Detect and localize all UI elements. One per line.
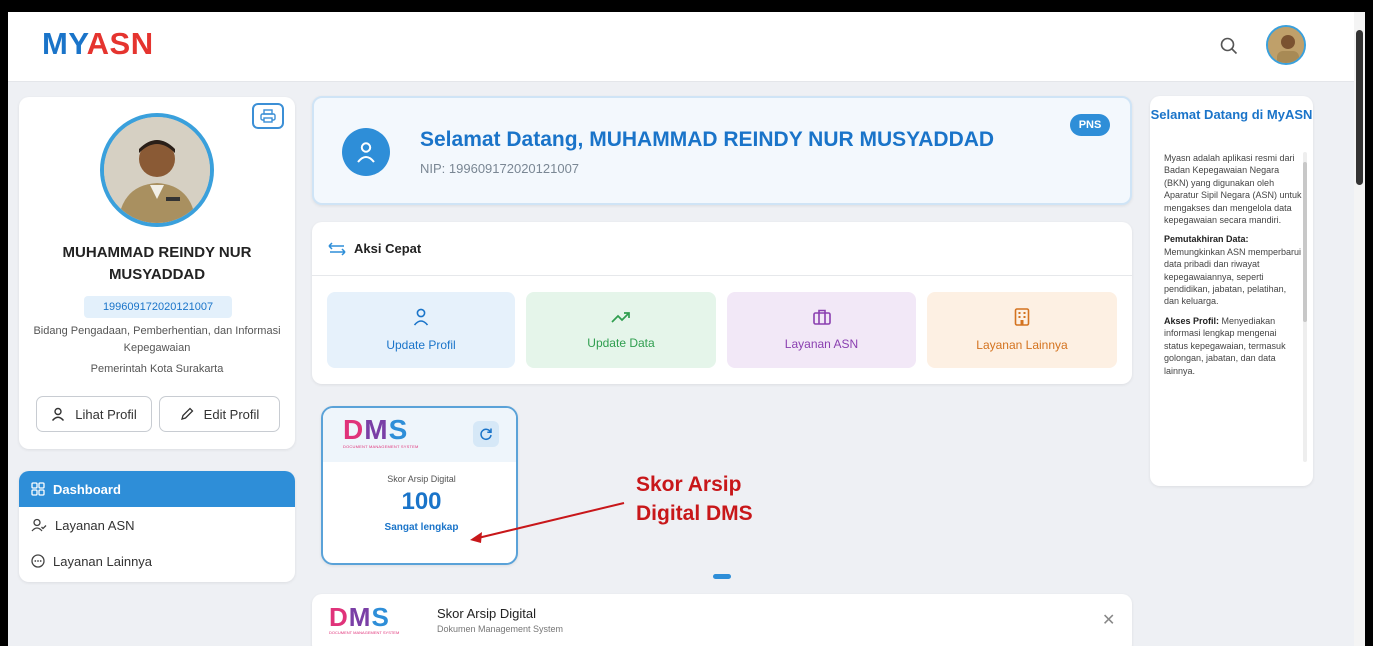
carousel-indicator[interactable] (713, 574, 731, 579)
page-scrollbar[interactable] (1354, 12, 1365, 646)
quick-actions-header: Aksi Cepat (312, 222, 1132, 276)
info-section-text: Memungkinkan ASN memperbarui data pribad… (1164, 246, 1302, 307)
update-profil-tile[interactable]: Update Profil (327, 292, 515, 368)
info-panel-body: Myasn adalah aplikasi resmi dari Badan K… (1164, 152, 1302, 470)
print-button[interactable] (252, 103, 284, 129)
dms-logo: DMS DOCUMENT MANAGEMENT SYSTEM (343, 414, 419, 450)
view-profile-button[interactable]: Lihat Profil (36, 396, 152, 432)
refresh-button[interactable] (473, 421, 499, 447)
dms-score-value: 100 (401, 488, 442, 515)
sidebar-item-layanan-lainnya[interactable]: Layanan Lainnya (19, 543, 295, 579)
info-section-heading: Akses Profil: (1164, 315, 1220, 326)
user-icon (413, 308, 429, 326)
layanan-asn-tile[interactable]: Layanan ASN (727, 292, 916, 368)
info-section: Akses Profil: Menyediakan informasi leng… (1164, 315, 1302, 377)
profile-photo (100, 113, 214, 227)
dms-card-title: Skor Arsip Digital (437, 606, 536, 621)
info-panel: Selamat Datang di MyASN Myasn adalah apl… (1150, 96, 1313, 486)
profile-card: MUHAMMAD REINDY NUR MUSYADDAD 1996091720… (19, 97, 295, 449)
dms-card-subtitle: Dokumen Management System (437, 624, 564, 634)
user-icon (52, 407, 65, 421)
pencil-icon (180, 407, 194, 420)
info-panel-scrollbar[interactable] (1303, 152, 1307, 462)
tile-label: Update Profil (386, 338, 456, 352)
welcome-title: Selamat Datang, MUHAMMAD REINDY NUR MUSY… (420, 128, 995, 151)
app-frame: MYASN MUHAMMAD REINDY NUR MUSYADDAD 1996… (8, 12, 1365, 646)
tile-label: Layanan ASN (784, 337, 859, 351)
sidebar-item-label: Layanan Lainnya (53, 553, 153, 569)
sidebar-item-dashboard[interactable]: Dashboard (19, 471, 295, 507)
user-avatar[interactable] (1266, 25, 1306, 65)
annotation-label: Skor Arsip Digital DMS (636, 470, 753, 528)
user-check-icon (31, 518, 47, 532)
briefcase-icon (812, 309, 831, 325)
user-circle-icon (342, 128, 390, 176)
grid-icon (31, 482, 45, 496)
quick-actions-card: Aksi Cepat Update Profil Update Data Lay… (312, 222, 1132, 384)
info-intro: Myasn adalah aplikasi resmi dari Badan K… (1164, 153, 1302, 226)
trending-up-icon (611, 312, 630, 323)
edit-profile-button[interactable]: Edit Profil (159, 396, 280, 432)
info-panel-title: Selamat Datang di MyASN (1150, 107, 1313, 122)
view-profile-label: Lihat Profil (75, 406, 137, 422)
tile-label: Update Data (587, 336, 655, 350)
sidebar-item-label: Dashboard (53, 481, 121, 497)
scrollbar-thumb[interactable] (1356, 30, 1363, 185)
more-circle-icon (31, 554, 45, 568)
search-icon[interactable] (1215, 32, 1243, 60)
status-badge: PNS (1070, 114, 1110, 136)
dms-widget-header: DMS DOCUMENT MANAGEMENT SYSTEM (323, 408, 516, 462)
profile-unit: Bidang Pengadaan, Pemberhentian, dan Inf… (33, 325, 281, 354)
nip-badge: 199609172020121007 (84, 296, 232, 318)
top-bar: MYASN (8, 12, 1354, 82)
profile-instansi: Pemerintah Kota Surakarta (90, 363, 224, 375)
refresh-icon (480, 428, 492, 441)
annotation-line: Skor Arsip (636, 473, 742, 496)
dms-score-widget[interactable]: DMS DOCUMENT MANAGEMENT SYSTEM Skor Arsi… (321, 406, 518, 565)
printer-icon (260, 109, 276, 123)
sidebar-menu: Dashboard Layanan ASN Layanan Lainnya (19, 471, 295, 582)
sidebar-item-label: Layanan ASN (55, 517, 135, 533)
arrows-exchange-icon (328, 241, 346, 256)
annotation-line: Digital DMS (636, 502, 753, 525)
edit-profile-label: Edit Profil (203, 406, 260, 422)
info-section-heading: Pemutakhiran Data: (1164, 234, 1249, 245)
profile-name: MUHAMMAD REINDY NUR MUSYADDAD (62, 244, 252, 283)
layanan-lainnya-tile[interactable]: Layanan Lainnya (927, 292, 1117, 368)
welcome-nip: NIP: 199609172020121007 (420, 161, 580, 176)
tile-label: Layanan Lainnya (976, 338, 1068, 352)
building-icon (1014, 308, 1030, 326)
info-scroll-thumb[interactable] (1303, 162, 1307, 322)
dms-logo: DMS DOCUMENT MANAGEMENT SYSTEM (329, 602, 400, 635)
info-section: Pemutakhiran Data: Memungkinkan ASN memp… (1164, 233, 1302, 307)
sidebar-item-layanan-asn[interactable]: Layanan ASN (19, 507, 295, 543)
close-icon[interactable]: ✕ (1102, 610, 1115, 630)
dms-score-status: Sangat lengkap (384, 522, 459, 533)
welcome-banner: Selamat Datang, MUHAMMAD REINDY NUR MUSY… (312, 96, 1132, 205)
update-data-tile[interactable]: Update Data (526, 292, 716, 368)
quick-actions-title: Aksi Cepat (354, 241, 422, 256)
myasn-logo[interactable]: MYASN (42, 26, 154, 62)
dms-score-label: Skor Arsip Digital (387, 474, 456, 484)
dms-info-card: DMS DOCUMENT MANAGEMENT SYSTEM Skor Arsi… (312, 594, 1132, 646)
